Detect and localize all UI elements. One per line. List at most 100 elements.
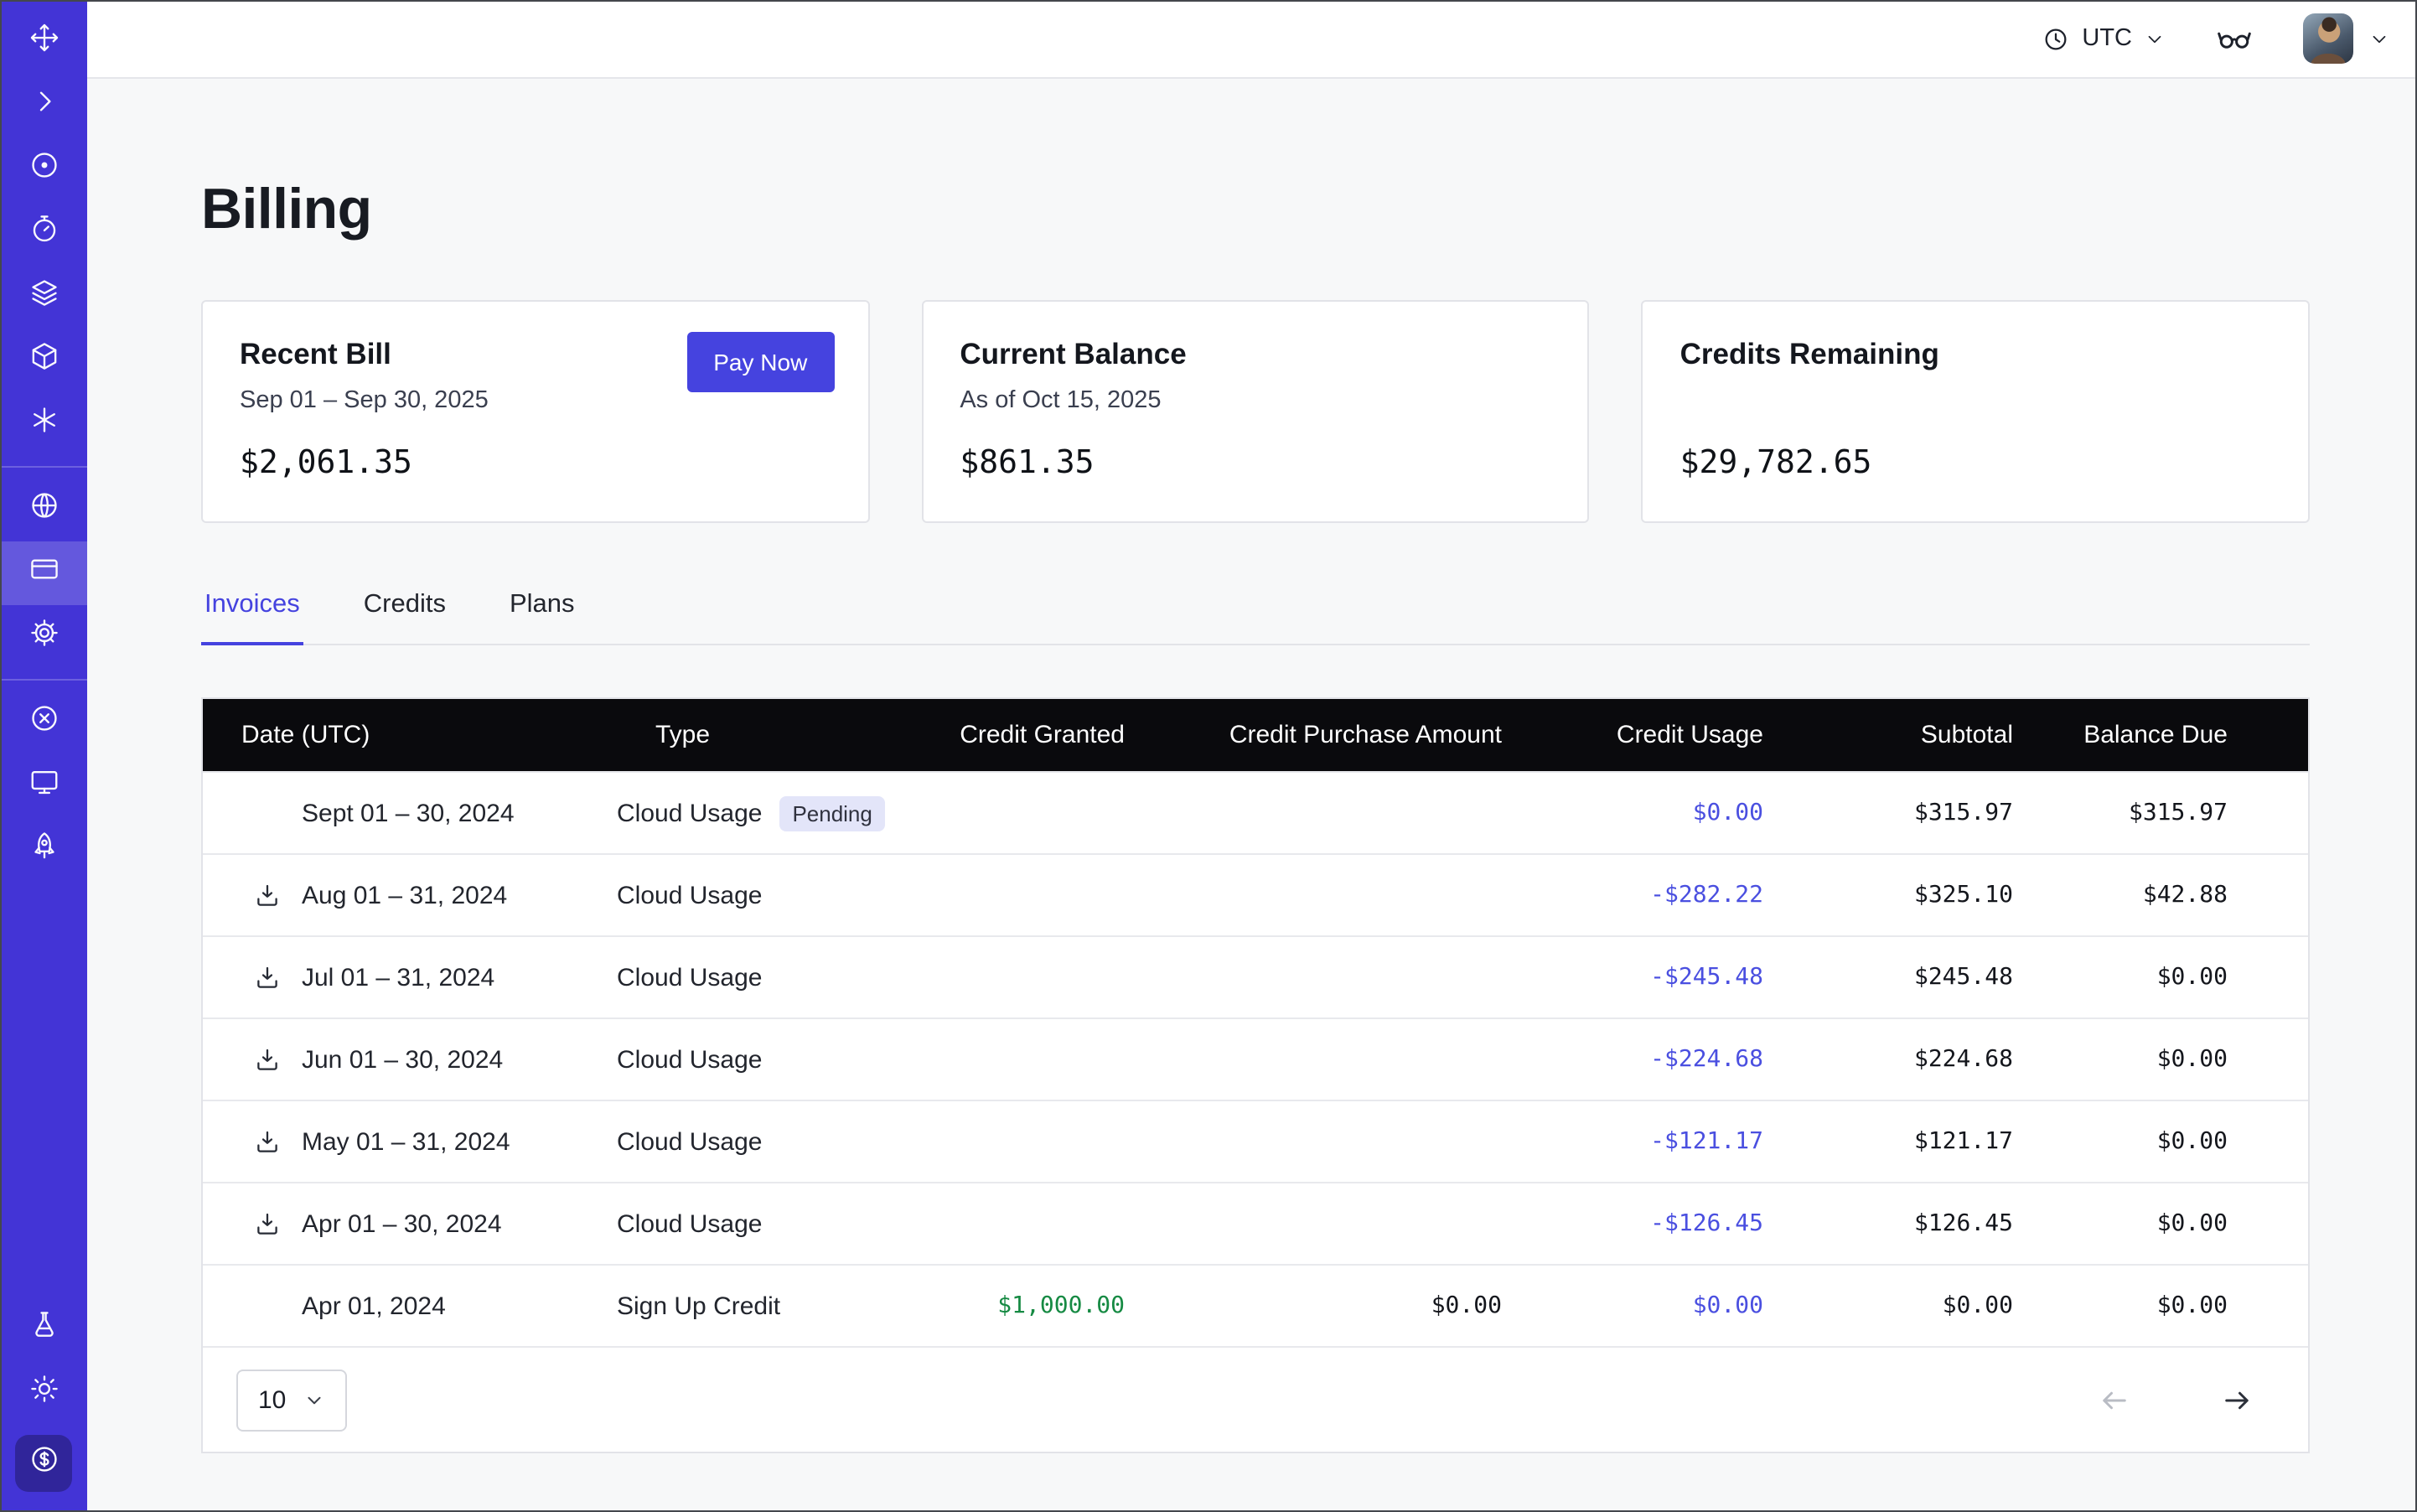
sidebar-item-globe[interactable] [0,478,87,541]
invoice-type-cell: Cloud Usage [617,963,885,992]
sidebar-credits-button[interactable] [15,1435,72,1492]
column-header-balance-due: Balance Due [2013,721,2308,749]
chevron-down-icon [2368,28,2390,49]
invoice-date: May 01 – 31, 2024 [302,1127,510,1156]
tab-invoices[interactable]: Invoices [201,590,303,645]
invoice-type-cell: Cloud Usage [617,1127,885,1156]
column-header-type: Type [617,721,885,749]
table-row: Jun 01 – 30, 2024 Cloud Usage -$224.68 $… [203,1017,2308,1100]
balance-due-value: $0.00 [2013,964,2308,991]
previous-page-button[interactable] [2097,1382,2132,1417]
table-row: Apr 01 – 30, 2024 Cloud Usage -$126.45 $… [203,1182,2308,1264]
asterisk-icon [28,404,60,444]
column-header-date: Date (UTC) [203,721,617,749]
pay-now-button[interactable]: Pay Now [686,332,834,392]
sidebar-item-labs[interactable] [0,1297,87,1361]
credit-usage-value: $0.00 [1502,1292,1763,1319]
table-header: Date (UTC) Type Credit Granted Credit Pu… [203,699,2308,771]
dollar-coin-icon [28,1443,60,1484]
subtotal-value: $0.00 [1763,1292,2013,1319]
topbar: UTC [87,0,2417,79]
invoice-type-cell: Cloud Usage [617,1209,885,1238]
page-title: Billing [201,173,2310,246]
chevron-down-icon [2144,28,2166,49]
timezone-selector[interactable]: UTC [2042,24,2166,53]
column-header-credit-usage: Credit Usage [1502,721,1763,749]
gear-icon [28,617,60,657]
chevron-right-icon [28,85,60,126]
sidebar-divider [0,679,87,681]
download-invoice-icon[interactable] [253,963,282,992]
table-footer: 10 [203,1346,2308,1452]
account-menu[interactable] [2303,13,2390,64]
invoice-type: Cloud Usage [617,1209,762,1238]
globe-icon [28,489,60,530]
current-balance-card: Current Balance As of Oct 15, 2025 $861.… [921,300,1589,523]
download-invoice-icon[interactable] [253,1045,282,1074]
circle-x-icon [28,702,60,743]
invoice-date-cell: Aug 01 – 31, 2024 [203,881,617,909]
pagination [2097,1382,2254,1417]
sidebar-expand-button[interactable] [0,74,87,137]
balance-due-value: $0.00 [2013,1210,2308,1237]
credit-card-icon [28,553,60,593]
table-row: Jul 01 – 31, 2024 Cloud Usage -$245.48 $… [203,935,2308,1017]
sidebar-item-timer[interactable] [0,201,87,265]
sidebar-item-theme[interactable] [0,1361,87,1425]
clock-icon [2042,24,2070,53]
main-area: UTC Billing Recent Bill Sep 01 – Sep 30,… [87,0,2417,1512]
recent-bill-amount: $2,061.35 [240,444,831,481]
sidebar-item-logo[interactable] [0,10,87,74]
credit-usage-value: -$282.22 [1502,882,1763,909]
card-subtitle: As of Oct 15, 2025 [960,387,1550,417]
credit-usage-value: -$121.17 [1502,1128,1763,1155]
sidebar-item-layers[interactable] [0,265,87,329]
flask-icon [28,1309,60,1349]
tab-credits[interactable]: Credits [360,590,449,644]
sidebar-item-asterisk[interactable] [0,392,87,456]
app-window: UTC Billing Recent Bill Sep 01 – Sep 30,… [0,0,2417,1512]
view-mode-button[interactable] [2216,20,2253,57]
sidebar-item-target[interactable] [0,137,87,201]
sidebar-item-console[interactable] [0,754,87,818]
subtotal-value: $224.68 [1763,1046,2013,1073]
balance-due-value: $0.00 [2013,1292,2308,1319]
column-header-credit-granted: Credit Granted [885,721,1125,749]
subtotal-value: $315.97 [1763,800,2013,826]
sidebar-spacer [0,882,87,1297]
tab-plans[interactable]: Plans [506,590,578,644]
target-icon [28,149,60,189]
next-page-button[interactable] [2219,1382,2254,1417]
page-size-select[interactable]: 10 [236,1369,346,1431]
recent-bill-card: Recent Bill Sep 01 – Sep 30, 2025 $2,061… [201,300,869,523]
sidebar-item-cube[interactable] [0,329,87,392]
credit-purchase-value: $0.00 [1125,1292,1502,1319]
sidebar-item-billing[interactable] [0,541,87,605]
invoice-type: Cloud Usage [617,799,762,827]
monitor-icon [28,766,60,806]
credits-remaining-card: Credits Remaining $29,782.65 [1642,300,2310,523]
credit-usage-value: $0.00 [1502,800,1763,826]
sidebar-divider [0,466,87,468]
column-header-credit-purchase-amount: Credit Purchase Amount [1125,721,1502,749]
credit-usage-value: -$224.68 [1502,1046,1763,1073]
invoice-type: Cloud Usage [617,881,762,909]
download-invoice-icon[interactable] [253,881,282,909]
invoice-type-cell: Cloud Usage [617,1045,885,1074]
subtotal-value: $121.17 [1763,1128,2013,1155]
sidebar-item-close-circle[interactable] [0,691,87,754]
sidebar [0,0,87,1512]
current-balance-amount: $861.35 [960,444,1550,481]
table-row: May 01 – 31, 2024 Cloud Usage -$121.17 $… [203,1100,2308,1182]
sidebar-item-settings[interactable] [0,605,87,669]
download-invoice-icon[interactable] [253,1209,282,1238]
billing-tabs: Invoices Credits Plans [201,590,2310,645]
download-invoice-icon[interactable] [253,1127,282,1156]
layers-icon [28,277,60,317]
credit-granted-value: $1,000.00 [885,1292,1125,1319]
subtotal-value: $245.48 [1763,964,2013,991]
sidebar-item-deploy[interactable] [0,818,87,882]
summary-cards: Recent Bill Sep 01 – Sep 30, 2025 $2,061… [201,300,2310,523]
invoice-type: Cloud Usage [617,1045,762,1074]
chevron-down-icon [303,1389,324,1411]
